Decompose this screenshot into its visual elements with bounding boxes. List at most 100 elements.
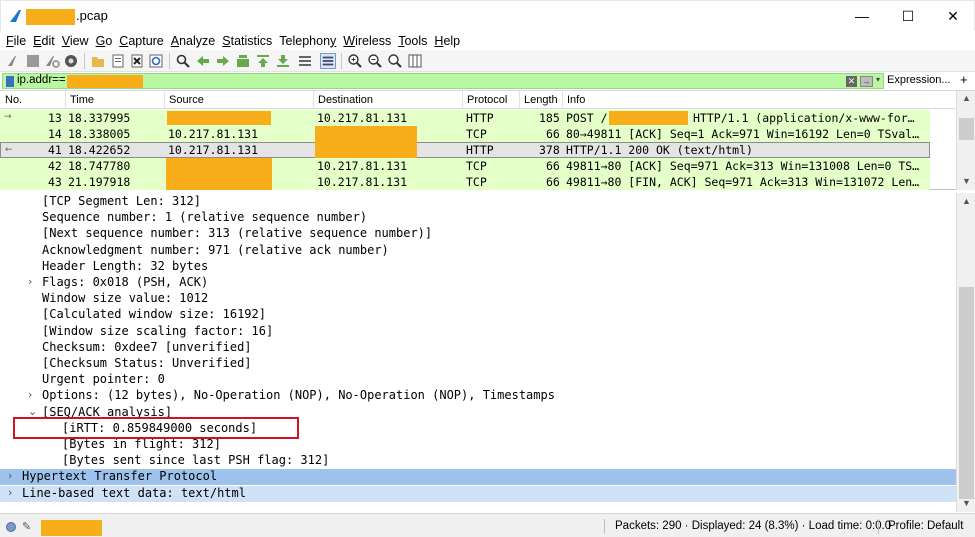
detail-line[interactable]: [TCP Segment Len: 312]: [0, 194, 956, 210]
scroll-thumb[interactable]: [959, 287, 974, 499]
expert-info-icon[interactable]: [6, 522, 16, 532]
find-packet-icon[interactable]: [175, 53, 191, 69]
column-divider[interactable]: [462, 91, 463, 109]
menu-item[interactable]: Help: [434, 34, 460, 48]
column-header-destination[interactable]: Destination: [318, 94, 373, 106]
scroll-down-icon[interactable]: ▼: [962, 176, 971, 186]
request-arrow-icon: →: [4, 112, 12, 122]
column-divider[interactable]: [313, 91, 314, 109]
cell-source: 10.217.81.131: [168, 143, 259, 157]
add-filter-button[interactable]: +: [960, 72, 968, 87]
menu-item[interactable]: Capture: [119, 34, 163, 48]
detail-line[interactable]: [Bytes sent since last PSH flag: 312]: [0, 453, 956, 469]
expression-button[interactable]: Expression...: [887, 74, 951, 86]
menu-item[interactable]: Tools: [398, 34, 427, 48]
menu-item[interactable]: Go: [96, 34, 113, 48]
scroll-up-icon[interactable]: ▲: [962, 196, 971, 206]
go-back-icon[interactable]: [195, 53, 211, 69]
scroll-thumb[interactable]: [959, 118, 974, 140]
profile-label[interactable]: Profile: Default: [888, 520, 963, 532]
detail-line[interactable]: Window size value: 1012: [0, 291, 956, 307]
detail-line[interactable]: [Window size scaling factor: 16]: [0, 324, 956, 340]
detail-line[interactable]: Acknowledgment number: 971 (relative ack…: [0, 243, 956, 259]
detail-line[interactable]: › Line-based text data: text/html: [0, 485, 956, 502]
save-file-icon[interactable]: [110, 53, 126, 69]
detail-line[interactable]: [Next sequence number: 313 (relative seq…: [0, 226, 956, 242]
packet-row[interactable]: → 13 18.337995 10.217.81.131 HTTP 185 PO…: [0, 110, 930, 126]
start-capture-icon[interactable]: [6, 53, 22, 69]
column-divider[interactable]: [562, 91, 563, 109]
menu-item[interactable]: Edit: [33, 34, 55, 48]
column-divider[interactable]: [519, 91, 520, 109]
close-file-icon[interactable]: [129, 53, 145, 69]
menu-item[interactable]: Statistics: [222, 34, 272, 48]
detail-line[interactable]: Urgent pointer: 0: [0, 372, 956, 388]
column-header-no[interactable]: No.: [5, 94, 22, 106]
details-scrollbar[interactable]: ▲ ▼: [956, 193, 975, 512]
go-last-icon[interactable]: [275, 53, 291, 69]
cell-no: 41: [48, 143, 62, 157]
filter-bookmark-icon[interactable]: [6, 76, 14, 87]
apply-filter-icon[interactable]: →: [860, 76, 873, 87]
detail-line[interactable]: › Options: (12 bytes), No-Operation (NOP)…: [0, 388, 956, 404]
menu-item[interactable]: Telephony: [279, 34, 336, 48]
column-header-time[interactable]: Time: [70, 94, 94, 106]
cell-info-rest: HTTP/1.1 (application/x-www-for…: [693, 111, 915, 125]
column-header-length[interactable]: Length: [524, 94, 558, 106]
detail-line[interactable]: Header Length: 32 bytes: [0, 259, 956, 275]
menu-item[interactable]: File: [6, 34, 26, 48]
expand-chevron-icon[interactable]: ›: [28, 275, 32, 288]
packet-row-selected[interactable]: ← 41 18.422652 10.217.81.131 HTTP 378 HT…: [0, 142, 930, 158]
filter-dropdown-icon[interactable]: ▾: [876, 75, 880, 84]
open-file-icon[interactable]: [90, 53, 106, 69]
scroll-down-icon[interactable]: ▼: [962, 498, 971, 508]
title-redaction: [26, 9, 75, 25]
menu-item[interactable]: Analyze: [171, 34, 215, 48]
go-forward-icon[interactable]: [215, 53, 231, 69]
resize-columns-icon[interactable]: [407, 53, 423, 69]
auto-scroll-icon[interactable]: [297, 53, 313, 69]
packet-list-scrollbar[interactable]: ▲ ▼: [956, 91, 975, 190]
scroll-up-icon[interactable]: ▲: [962, 93, 971, 103]
capture-options-icon[interactable]: [63, 53, 79, 69]
reload-file-icon[interactable]: [148, 53, 164, 69]
packet-row[interactable]: 43 21.197918 10.217.81.131 TCP 66 49811→…: [0, 174, 930, 190]
cell-info: 49811→80 [FIN, ACK] Seq=971 Ack=313 Win=…: [566, 175, 920, 189]
packet-row[interactable]: 14 18.338005 10.217.81.131 TCP 66 80→498…: [0, 126, 930, 142]
column-header-protocol[interactable]: Protocol: [467, 94, 507, 106]
expand-chevron-icon[interactable]: ›: [8, 486, 12, 499]
detail-line[interactable]: › Hypertext Transfer Protocol: [0, 469, 956, 486]
minimize-button[interactable]: —: [839, 1, 885, 31]
column-divider[interactable]: [65, 91, 66, 109]
source-redaction: [166, 158, 272, 174]
collapse-chevron-icon[interactable]: ⌄: [28, 405, 37, 418]
detail-line[interactable]: Checksum: 0xdee7 [unverified]: [0, 340, 956, 356]
capture-comment-icon[interactable]: ✎: [22, 520, 31, 533]
maximize-button[interactable]: ☐: [885, 1, 931, 31]
go-first-icon[interactable]: [255, 53, 271, 69]
detail-line[interactable]: Sequence number: 1 (relative sequence nu…: [0, 210, 956, 226]
zoom-normal-icon[interactable]: [387, 53, 403, 69]
display-filter-input[interactable]: ip.addr== ✕ → ▾: [2, 73, 884, 89]
detail-line[interactable]: [Bytes in flight: 312]: [0, 437, 956, 453]
column-divider[interactable]: [164, 91, 165, 109]
zoom-out-icon[interactable]: [367, 53, 383, 69]
menu-item[interactable]: Wireless: [343, 34, 391, 48]
expand-chevron-icon[interactable]: ›: [28, 388, 32, 401]
column-header-info[interactable]: Info: [567, 94, 585, 106]
detail-line[interactable]: [Calculated window size: 16192]: [0, 307, 956, 323]
cell-destination: 10.217.81.131: [317, 111, 408, 125]
detail-line[interactable]: › Flags: 0x018 (PSH, ACK): [0, 275, 956, 291]
zoom-in-icon[interactable]: [347, 53, 363, 69]
menu-item[interactable]: View: [62, 34, 89, 48]
close-button[interactable]: ✕: [930, 1, 975, 31]
colorize-icon[interactable]: [320, 53, 336, 69]
clear-filter-icon[interactable]: ✕: [846, 76, 857, 87]
packet-row[interactable]: 42 18.747780 10.217.81.131 TCP 66 49811→…: [0, 158, 930, 174]
column-header-source[interactable]: Source: [169, 94, 204, 106]
restart-capture-icon[interactable]: [44, 53, 60, 69]
stop-capture-icon[interactable]: [25, 53, 41, 69]
go-to-packet-icon[interactable]: [235, 53, 251, 69]
expand-chevron-icon[interactable]: ›: [8, 469, 12, 482]
detail-line[interactable]: [Checksum Status: Unverified]: [0, 356, 956, 372]
